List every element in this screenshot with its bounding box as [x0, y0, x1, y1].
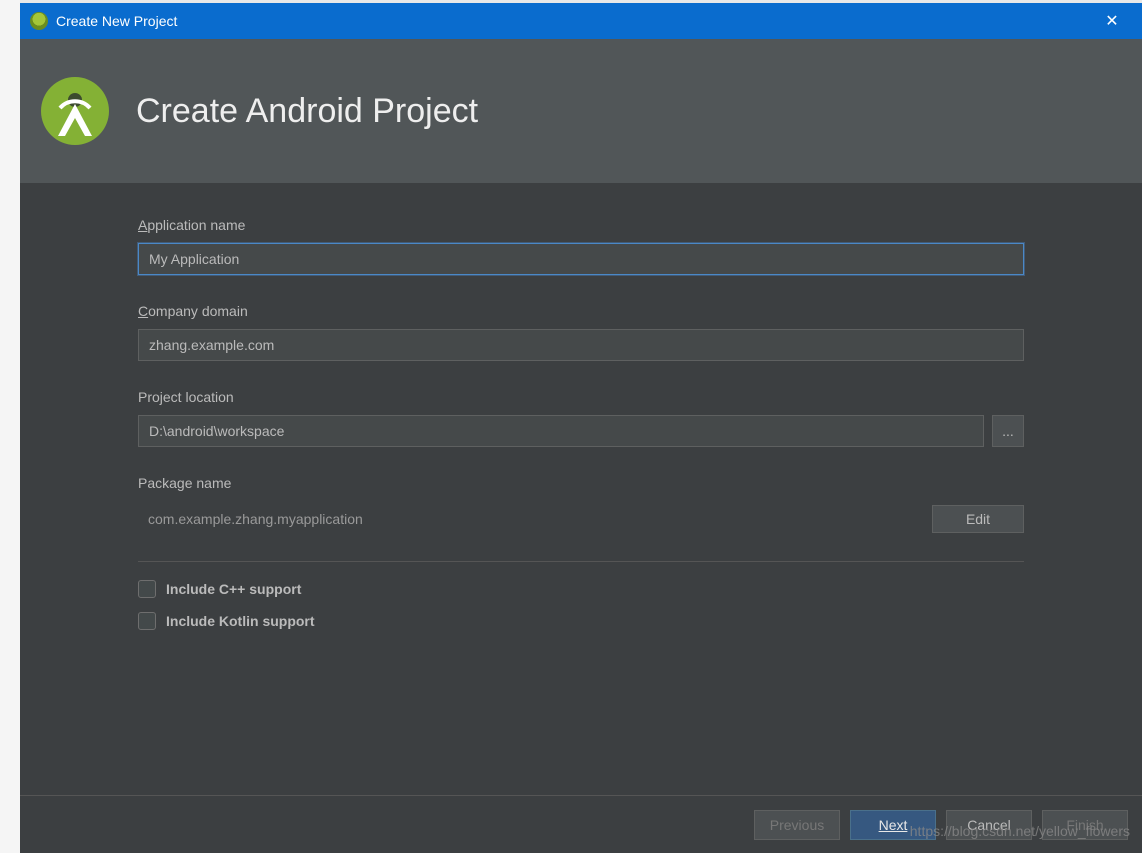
field-project-location: Project location ... [138, 389, 1024, 447]
field-application-name: Application name [138, 217, 1024, 275]
finish-button[interactable]: Finish [1042, 810, 1128, 840]
field-company-domain: Company domain [138, 303, 1024, 361]
field-package-name: Package name com.example.zhang.myapplica… [138, 475, 1024, 533]
application-name-label: Application name [138, 217, 1024, 233]
edit-package-button[interactable]: Edit [932, 505, 1024, 533]
project-location-label: Project location [138, 389, 1024, 405]
include-cpp-checkbox[interactable]: Include C++ support [138, 580, 1024, 598]
android-studio-icon [30, 12, 48, 30]
dialog-header: Create Android Project [20, 39, 1142, 183]
android-studio-logo-icon [38, 74, 112, 148]
background-partial [0, 0, 20, 853]
checkbox-icon [138, 612, 156, 630]
application-name-input[interactable] [138, 243, 1024, 275]
project-location-input[interactable] [138, 415, 984, 447]
include-kotlin-label: Include Kotlin support [166, 613, 315, 629]
dialog-footer: Previous Next Cancel Finish [20, 795, 1142, 853]
dialog-window: Create New Project ✕ Create Android Proj… [20, 3, 1142, 853]
package-name-label: Package name [138, 475, 1024, 491]
company-domain-input[interactable] [138, 329, 1024, 361]
separator [138, 561, 1024, 562]
include-cpp-label: Include C++ support [166, 581, 301, 597]
titlebar[interactable]: Create New Project ✕ [20, 3, 1142, 39]
next-button[interactable]: Next [850, 810, 936, 840]
form-content: Application name Company domain Project … [20, 183, 1142, 795]
package-name-value: com.example.zhang.myapplication [138, 511, 363, 527]
checkbox-icon [138, 580, 156, 598]
page-title: Create Android Project [136, 92, 478, 131]
previous-button[interactable]: Previous [754, 810, 840, 840]
company-domain-label: Company domain [138, 303, 1024, 319]
browse-button[interactable]: ... [992, 415, 1024, 447]
close-button[interactable]: ✕ [1092, 11, 1132, 31]
include-kotlin-checkbox[interactable]: Include Kotlin support [138, 612, 1024, 630]
window-title: Create New Project [56, 13, 177, 29]
cancel-button[interactable]: Cancel [946, 810, 1032, 840]
